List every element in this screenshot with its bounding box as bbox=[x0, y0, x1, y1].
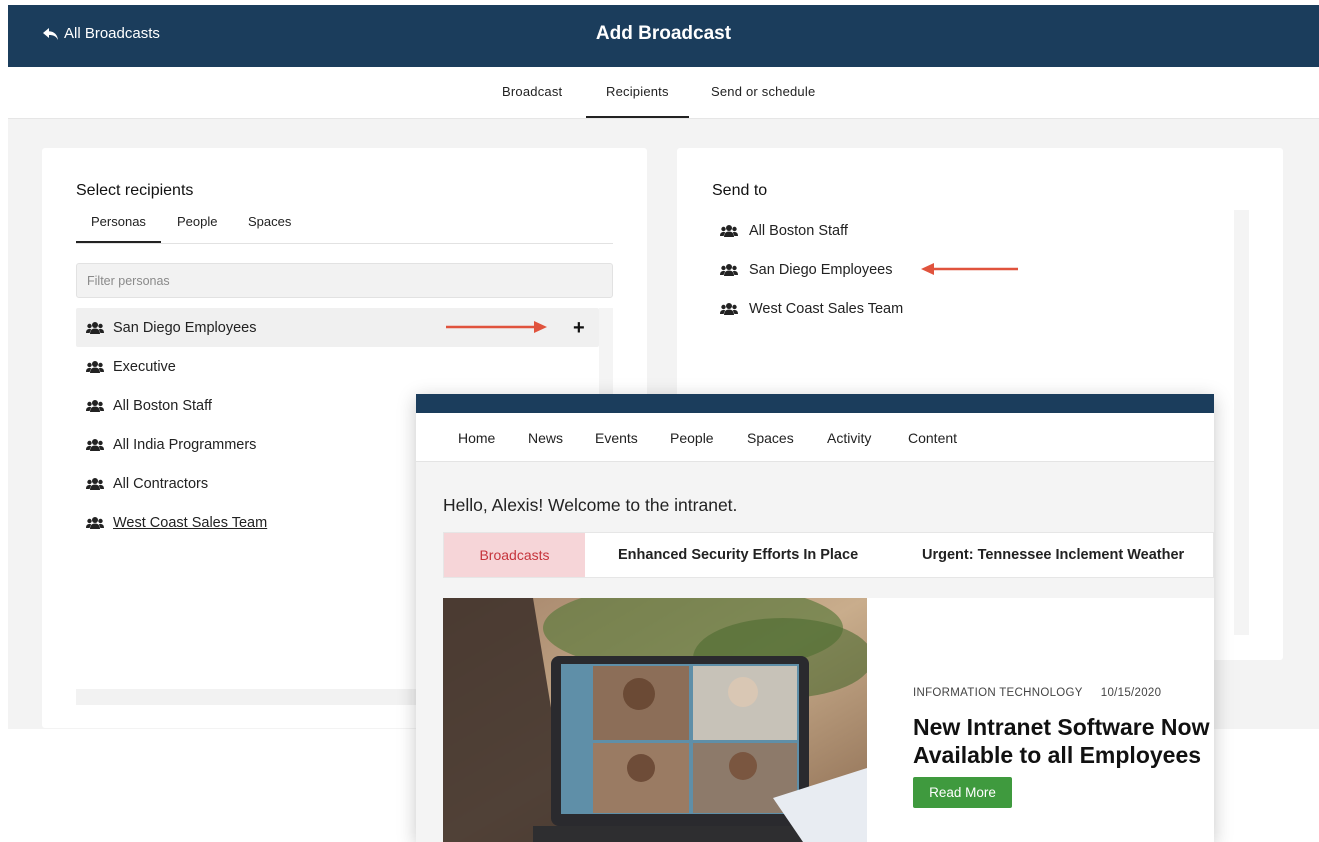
persona-label: All Contractors bbox=[113, 475, 209, 492]
nav-spaces[interactable]: Spaces bbox=[747, 430, 794, 446]
nav-content[interactable]: Content bbox=[908, 430, 957, 446]
people-group-icon bbox=[720, 303, 738, 315]
welcome-message: Hello, Alexis! Welcome to the intranet. bbox=[443, 495, 738, 515]
tab-recipients[interactable]: Recipients bbox=[586, 84, 689, 118]
broadcast-ticker: Broadcasts Enhanced Security Efforts In … bbox=[443, 532, 1214, 578]
tab-send-or-schedule[interactable]: Send or schedule bbox=[711, 84, 815, 99]
persona-label: Executive bbox=[113, 358, 176, 375]
read-more-button[interactable]: Read More bbox=[913, 777, 1012, 808]
featured-article: INFORMATION TECHNOLOGY 10/15/2020 New Int… bbox=[443, 598, 1214, 842]
preview-top-bar bbox=[416, 394, 1214, 413]
article-date: 10/15/2020 bbox=[1100, 687, 1162, 699]
add-persona-button[interactable]: + bbox=[573, 318, 585, 338]
send-to-heading: Send to bbox=[712, 182, 768, 199]
article-image bbox=[443, 598, 867, 842]
send-to-recipient-label: West Coast Sales Team bbox=[749, 301, 904, 317]
people-group-icon bbox=[86, 438, 104, 451]
subtab-personas[interactable]: Personas bbox=[76, 214, 161, 243]
people-group-icon bbox=[86, 516, 104, 529]
persona-row[interactable]: Executive bbox=[76, 347, 599, 386]
people-group-icon bbox=[720, 264, 738, 276]
article-meta: INFORMATION TECHNOLOGY 10/15/2020 bbox=[913, 687, 1161, 699]
persona-label: San Diego Employees bbox=[113, 319, 257, 336]
annotation-arrow-right-icon bbox=[446, 321, 547, 333]
send-to-recipient-label: San Diego Employees bbox=[749, 262, 893, 278]
filter-personas-input[interactable] bbox=[76, 263, 613, 298]
nav-people[interactable]: People bbox=[670, 430, 714, 446]
nav-home[interactable]: Home bbox=[458, 430, 495, 446]
nav-events[interactable]: Events bbox=[595, 430, 638, 446]
top-bar: All Broadcasts Add Broadcast bbox=[8, 5, 1319, 67]
nav-news[interactable]: News bbox=[528, 430, 563, 446]
send-to-recipient[interactable]: West Coast Sales Team bbox=[720, 298, 903, 320]
nav-activity[interactable]: Activity bbox=[827, 430, 871, 446]
annotation-arrow-left-icon bbox=[921, 263, 1018, 275]
preview-body: Hello, Alexis! Welcome to the intranet. … bbox=[416, 462, 1214, 842]
preview-navigation: Home News Events People Spaces Activity … bbox=[416, 413, 1214, 462]
page-title: Add Broadcast bbox=[595, 23, 732, 44]
people-group-icon bbox=[86, 399, 104, 412]
broadcast-item[interactable]: Enhanced Security Efforts In Place bbox=[618, 547, 858, 563]
subtab-people[interactable]: People bbox=[177, 214, 217, 229]
article-category: INFORMATION TECHNOLOGY bbox=[913, 687, 1083, 699]
persona-label: All India Programmers bbox=[113, 436, 257, 453]
send-to-recipient[interactable]: San Diego Employees bbox=[720, 259, 892, 281]
tab-broadcast[interactable]: Broadcast bbox=[502, 84, 562, 99]
subtab-spaces[interactable]: Spaces bbox=[248, 214, 291, 229]
broadcasts-label: Broadcasts bbox=[444, 533, 585, 577]
recipient-type-tabs: Personas People Spaces bbox=[76, 212, 613, 244]
article-title-line: New Intranet Software Now bbox=[913, 714, 1210, 740]
select-recipients-heading: Select recipients bbox=[76, 182, 194, 199]
people-group-icon bbox=[86, 360, 104, 373]
article-title-line: Available to all Employees bbox=[913, 742, 1202, 768]
article-title[interactable]: New Intranet Software Now Available to a… bbox=[913, 713, 1214, 769]
intranet-preview: Home News Events People Spaces Activity … bbox=[416, 394, 1214, 842]
people-group-icon bbox=[720, 225, 738, 237]
people-group-icon bbox=[86, 477, 104, 490]
step-tabs: Broadcast Recipients Send or schedule bbox=[8, 67, 1319, 119]
send-to-recipient[interactable]: All Boston Staff bbox=[720, 220, 848, 242]
people-group-icon bbox=[86, 321, 104, 334]
plus-icon: + bbox=[573, 317, 585, 339]
persona-label: West Coast Sales Team bbox=[113, 514, 268, 531]
broadcast-item[interactable]: Urgent: Tennessee Inclement Weather bbox=[922, 547, 1184, 563]
persona-label: All Boston Staff bbox=[113, 397, 212, 414]
send-to-recipient-label: All Boston Staff bbox=[749, 223, 848, 239]
send-to-scrollbar[interactable] bbox=[1234, 210, 1249, 635]
